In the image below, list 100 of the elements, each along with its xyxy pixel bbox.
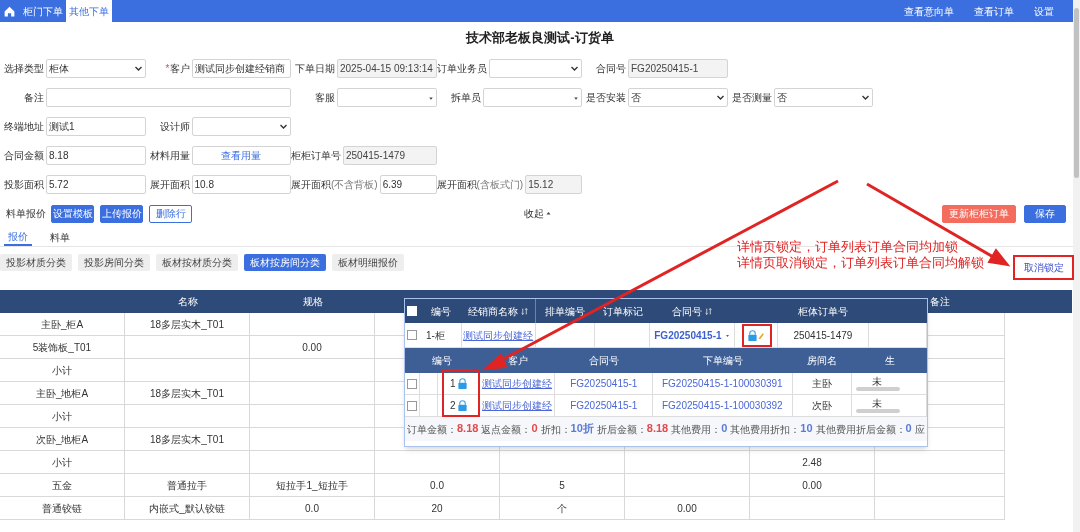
checkbox[interactable] [406,378,417,389]
input-field: 2025-04-15 09:13:14 [337,59,437,78]
highlight-box [442,369,480,417]
contract-link[interactable]: FG20250415-1 [570,376,638,391]
caret-icon [573,94,579,101]
category-button[interactable]: 板材按房间分类 [244,254,326,271]
column-header: 编号 [432,354,453,368]
order-link[interactable]: FG20250415-1-100030391 [661,376,783,391]
table-cell: 0.00 [250,336,375,359]
column-header: 备注 [930,295,950,309]
input-field[interactable]: 8.18 [46,146,146,165]
field-label: 合同号 [595,62,626,76]
lock-icon[interactable] [457,400,469,411]
chevron-down-icon [715,93,725,102]
checkbox[interactable] [406,400,417,411]
unlock-link[interactable]: 取消锁定 [1023,260,1064,275]
view-usage-link[interactable]: 查看用量 [191,146,291,165]
select-field[interactable]: 否 [773,88,873,107]
table-cell: 小计 [0,405,125,428]
total-value: 0 [721,421,728,436]
table-cell: 普通铰链 [0,497,125,520]
table-cell: 个 [500,497,625,520]
home-icon[interactable] [3,4,16,18]
caret-icon [427,94,434,101]
table-cell: 18多层实木_T01 [125,382,250,405]
total-label: 订单金额： [407,422,457,437]
field-label: 订单业务员 [436,62,487,76]
input-field[interactable]: 5.72 [46,175,146,194]
input-field[interactable]: 测试同步创建经销商 [191,59,291,78]
field-label: 柜柜订单号 [291,149,341,163]
column-header: 下单编号 [702,354,743,368]
table-cell: 小计 [0,451,125,474]
collapse-toggle[interactable]: 收起 [524,206,551,221]
input-field[interactable]: 10.8 [191,175,291,194]
status-text: 未 [871,376,883,387]
total-value: 0 [905,421,912,436]
category-button[interactable]: 投影房间分类 [78,254,150,271]
nav-link[interactable]: 查看订单 [974,3,1014,19]
order-link[interactable]: FG20250415-1-100030392 [661,398,783,413]
column-header: 生 [884,354,895,368]
caret-up-icon [546,211,551,216]
action-button[interactable]: 更新柜柜订单 [942,204,1016,223]
column-header: 经销商名称 [468,303,529,319]
action-button[interactable]: 上传报价 [100,204,143,223]
select-field[interactable] [482,88,582,107]
dealer-link[interactable]: 测试同步创建经 [463,327,534,343]
table-cell: 主卧_柜A [0,313,125,336]
field-label: 是否安装 [585,91,626,105]
field-label: 客服 [314,91,335,105]
category-button[interactable]: 板材按材质分类 [156,254,238,271]
column-header: 名称 [177,295,198,309]
field-label: 展开面积(不含背板) [291,178,378,192]
column-header: 合同号 [589,354,620,368]
select-field[interactable] [488,59,582,78]
table-cell-text: 250415-1479 [793,328,853,343]
checkbox[interactable] [407,330,418,340]
highlight-box [742,324,772,347]
table-cell: 主卧_地柜A [0,382,125,405]
contract-link[interactable]: FG20250415-1 [570,398,638,413]
input-field[interactable]: 6.39 [379,175,437,194]
field-label: 下单日期 [294,62,335,76]
field-label: 展开面积(含板式门) [436,178,524,192]
input-field[interactable]: 测试1 [46,117,146,136]
action-button[interactable]: 删除行 [149,204,192,223]
table-cell: 2.48 [750,451,875,474]
table-cell-text: 主卧 [811,377,832,391]
tab[interactable]: 报价 [4,228,32,246]
select-field[interactable]: 柜体 [46,59,146,78]
select-field[interactable]: 否 [628,88,728,107]
category-button[interactable]: 投影材质分类 [0,254,72,271]
table-cell: 18多层实木_T01 [125,313,250,336]
customer-link[interactable]: 测试同步创建经 [482,376,553,391]
chevron-down-icon [570,64,579,73]
lock-icon[interactable] [746,329,758,341]
pencil-icon[interactable] [757,330,765,340]
total-value: 10 [800,421,813,436]
select-field[interactable] [337,88,437,107]
table-cell: 内嵌式_默认铰链 [125,497,250,520]
table-cell: 5装饰板_T01 [0,336,125,359]
nav-link[interactable]: 查看意向单 [904,3,954,19]
category-button[interactable]: 板材明细报价 [332,254,404,271]
textarea-field[interactable] [46,88,291,107]
select-field[interactable] [191,117,291,136]
nav-tab[interactable]: 其他下单 [66,0,112,22]
sort-icon[interactable] [521,307,529,315]
field-label: 是否测量 [730,91,772,105]
lock-icon[interactable] [457,378,469,389]
contract-dropdown[interactable]: FG20250415-1 [654,327,730,343]
action-button[interactable]: 保存 [1024,204,1066,223]
tab[interactable]: 料单 [46,228,74,246]
customer-link[interactable]: 测试同步创建经 [482,398,553,413]
scrollbar[interactable] [1073,0,1080,532]
nav-link[interactable]: 设置 [1034,3,1054,19]
table-cell: 次卧_地柜A [0,428,125,451]
total-label: 其他费用： [671,422,722,437]
nav-tab[interactable]: 柜门下单 [20,0,66,22]
table-cell-text: 1 [449,377,456,391]
action-button[interactable]: 设置模板 [51,204,94,223]
total-label: 其他费用折扣： [730,422,801,437]
sort-icon[interactable] [705,307,713,315]
